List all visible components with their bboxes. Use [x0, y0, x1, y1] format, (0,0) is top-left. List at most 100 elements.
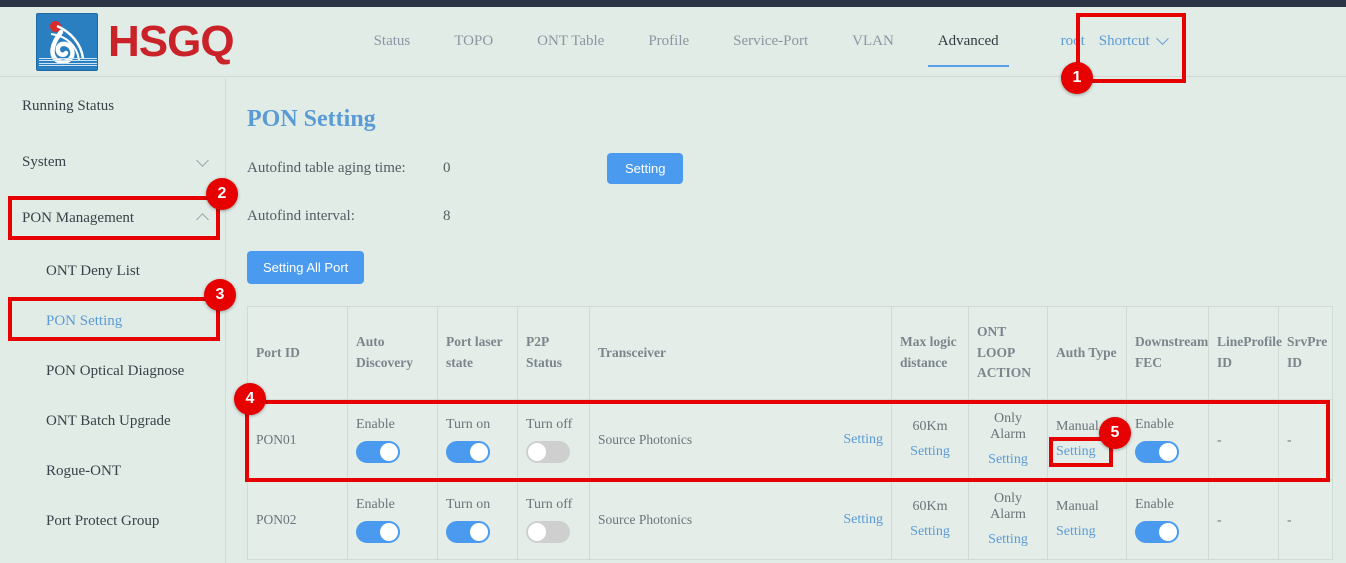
port-laser-state-label: Turn on [446, 417, 490, 433]
brand-name: HSGQ [108, 17, 234, 67]
autofind-interval-row: Autofind interval: 8 [227, 203, 1346, 229]
port-laser-state-toggle[interactable] [446, 521, 490, 543]
cell-srv-pre-id: - [1279, 400, 1333, 480]
user-zone: root Shortcut [1047, 33, 1167, 50]
nav-item-profile[interactable]: Profile [626, 7, 711, 77]
auth-type-value: Manual [1056, 499, 1099, 515]
cell-auto-discovery: Enable [348, 400, 438, 480]
sidebar-item-label: PON Optical Diagnose [46, 363, 184, 380]
cell-max-logic-distance: 60Km Setting [892, 480, 969, 560]
auth-type-value: Manual [1056, 419, 1099, 435]
cell-transceiver: Source Photonics Setting [590, 480, 892, 560]
sidebar-item-ont-deny-list[interactable]: ONT Deny List [0, 246, 225, 296]
nav-item-label: VLAN [852, 33, 894, 50]
toggle-knob-icon [1159, 443, 1177, 461]
ont-loop-action-value: Only Alarm [977, 411, 1039, 443]
col-srv-pre-id: SrvPre ID [1279, 307, 1333, 400]
sidebar-item-port-protect-group[interactable]: Port Protect Group [0, 496, 225, 546]
shortcut-menu[interactable]: Shortcut [1099, 33, 1167, 50]
p2p-status-toggle[interactable] [526, 521, 570, 543]
sidebar-item-label: ONT Deny List [46, 263, 140, 280]
sidebar-item-rogue-ont[interactable]: Rogue-ONT [0, 446, 225, 496]
app-header: HSGQ Status TOPO ONT Table Profile Servi… [0, 7, 1346, 77]
p2p-status-label: Turn off [526, 497, 572, 513]
transceiver-value: Source Photonics [598, 432, 692, 448]
cell-port-id: PON01 [248, 400, 348, 480]
sidebar: Running Status System PON Management ONT… [0, 78, 226, 563]
page-title: PON Setting [247, 106, 1346, 133]
nav-item-label: Service-Port [733, 33, 808, 50]
auto-discovery-toggle[interactable] [356, 521, 400, 543]
sidebar-item-pon-setting[interactable]: PON Setting [0, 296, 225, 346]
nav-item-service-port[interactable]: Service-Port [711, 7, 830, 77]
chevron-down-icon [196, 154, 209, 167]
nav-item-ont-table[interactable]: ONT Table [515, 7, 626, 77]
cell-p2p-status: Turn off [518, 480, 590, 560]
nav-item-label: Status [374, 33, 411, 50]
setting-button[interactable]: Setting [607, 153, 683, 184]
downstream-fec-toggle[interactable] [1135, 521, 1179, 543]
auto-discovery-label: Enable [356, 497, 395, 513]
cell-port-laser-state: Turn on [438, 480, 518, 560]
brand-logo[interactable]: HSGQ [36, 13, 234, 71]
sidebar-item-pon-management[interactable]: PON Management [0, 190, 225, 246]
annotation-badge-4: 4 [234, 383, 266, 415]
main-nav: Status TOPO ONT Table Profile Service-Po… [352, 7, 1021, 77]
sidebar-item-label: System [22, 154, 66, 171]
cell-port-laser-state: Turn on [438, 400, 518, 480]
ont-loop-action-value: Only Alarm [977, 491, 1039, 523]
chevron-up-icon [196, 213, 209, 226]
transceiver-setting-link[interactable]: Setting [843, 432, 883, 448]
sidebar-item-pon-optical-diagnose[interactable]: PON Optical Diagnose [0, 346, 225, 396]
pon-table-wrapper: Port ID Auto Discovery Port laser state … [247, 306, 1337, 560]
col-p2p-status: P2P Status [518, 307, 590, 400]
setting-all-port-button[interactable]: Setting All Port [247, 251, 364, 284]
sidebar-item-ont-batch-upgrade[interactable]: ONT Batch Upgrade [0, 396, 225, 446]
table-row-pon01[interactable]: PON01 Enable Turn on [248, 400, 1333, 480]
auth-type-setting-link-pon02[interactable]: Setting [1056, 524, 1096, 540]
col-line-profile-id: LineProfile ID [1209, 307, 1279, 400]
sidebar-item-system[interactable]: System [0, 134, 225, 190]
toggle-knob-icon [380, 443, 398, 461]
autofind-aging-time-value: 0 [443, 160, 595, 177]
col-ont-loop-action: ONT LOOP ACTION [969, 307, 1048, 400]
ont-loop-action-setting-link[interactable]: Setting [988, 532, 1028, 548]
sidebar-item-running-status[interactable]: Running Status [0, 78, 225, 134]
col-port-id: Port ID [248, 307, 348, 400]
col-auth-type: Auth Type [1048, 307, 1127, 400]
annotation-badge-3: 3 [204, 279, 236, 311]
hsgq-logo-icon [36, 13, 98, 71]
nav-item-label: TOPO [454, 33, 493, 50]
auto-discovery-toggle[interactable] [356, 441, 400, 463]
user-name[interactable]: root [1047, 33, 1099, 50]
downstream-fec-toggle[interactable] [1135, 441, 1179, 463]
nav-item-topo[interactable]: TOPO [432, 7, 515, 77]
toggle-knob-icon [528, 523, 546, 541]
port-laser-state-toggle[interactable] [446, 441, 490, 463]
cell-ont-loop-action: Only Alarm Setting [969, 480, 1048, 560]
p2p-status-toggle[interactable] [526, 441, 570, 463]
autofind-interval-label: Autofind interval: [247, 208, 443, 225]
max-logic-distance-setting-link[interactable]: Setting [910, 524, 950, 540]
main-content: PON Setting Autofind table aging time: 0… [227, 78, 1346, 563]
nav-item-label: ONT Table [537, 33, 604, 50]
ont-loop-action-setting-link[interactable]: Setting [988, 452, 1028, 468]
cell-ont-loop-action: Only Alarm Setting [969, 400, 1048, 480]
nav-item-status[interactable]: Status [352, 7, 433, 77]
transceiver-value: Source Photonics [598, 512, 692, 528]
transceiver-setting-link[interactable]: Setting [843, 512, 883, 528]
nav-item-label: Advanced [938, 33, 999, 50]
cell-max-logic-distance: 60Km Setting [892, 400, 969, 480]
downstream-fec-label: Enable [1135, 417, 1174, 433]
max-logic-distance-setting-link[interactable]: Setting [910, 444, 950, 460]
autofind-interval-value: 8 [443, 208, 595, 225]
nav-item-advanced[interactable]: Advanced [916, 7, 1021, 77]
cell-auto-discovery: Enable [348, 480, 438, 560]
table-row-pon02[interactable]: PON02 Enable Turn on [248, 480, 1333, 560]
auto-discovery-label: Enable [356, 417, 395, 433]
table-header-row: Port ID Auto Discovery Port laser state … [248, 307, 1333, 400]
auth-type-setting-link-pon01[interactable]: Setting [1056, 444, 1096, 460]
nav-item-vlan[interactable]: VLAN [830, 7, 916, 77]
port-laser-state-label: Turn on [446, 497, 490, 513]
pon-table: Port ID Auto Discovery Port laser state … [247, 306, 1333, 560]
